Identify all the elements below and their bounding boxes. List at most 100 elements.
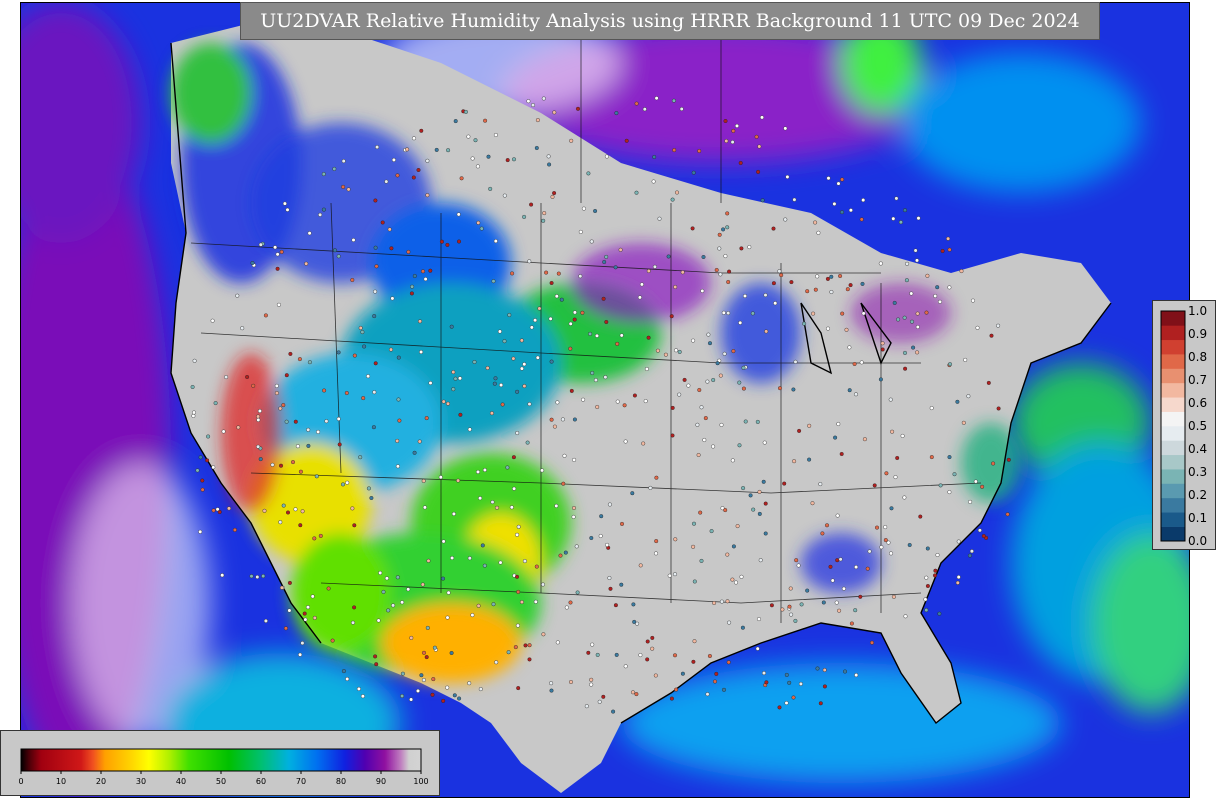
station-marker xyxy=(419,673,424,678)
station-marker xyxy=(754,134,759,139)
station-marker xyxy=(698,510,703,515)
station-marker xyxy=(892,300,897,305)
station-marker xyxy=(813,220,818,225)
station-marker xyxy=(747,245,752,250)
station-marker xyxy=(476,469,481,474)
station-marker xyxy=(870,640,875,645)
station-marker xyxy=(298,652,303,657)
station-marker xyxy=(751,507,756,512)
station-marker xyxy=(515,389,520,394)
station-marker xyxy=(478,687,483,692)
station-marker xyxy=(540,468,545,473)
station-marker xyxy=(522,384,527,389)
station-marker xyxy=(220,573,225,578)
station-marker xyxy=(597,699,602,704)
station-marker xyxy=(351,620,356,625)
station-marker xyxy=(915,350,920,355)
station-marker xyxy=(915,311,920,316)
station-marker xyxy=(838,557,843,562)
station-marker xyxy=(815,666,820,671)
station-marker xyxy=(996,406,1001,411)
station-marker xyxy=(395,575,400,580)
station-marker xyxy=(929,406,934,411)
station-marker xyxy=(645,657,650,662)
station-marker xyxy=(631,602,636,607)
station-marker xyxy=(843,669,848,674)
station-marker xyxy=(198,529,203,534)
station-marker xyxy=(298,469,303,474)
station-marker xyxy=(818,482,823,487)
station-marker xyxy=(263,313,268,318)
station-marker xyxy=(409,635,414,640)
station-marker xyxy=(527,657,532,662)
station-marker xyxy=(813,287,818,292)
station-marker xyxy=(666,254,671,259)
rh-tick-label: 80 xyxy=(336,777,346,786)
station-marker xyxy=(446,148,451,153)
station-marker xyxy=(561,481,566,486)
station-marker xyxy=(541,632,546,637)
increment-color-cell xyxy=(1161,382,1185,398)
station-marker xyxy=(221,429,226,434)
station-marker xyxy=(734,580,739,585)
station-marker xyxy=(374,662,379,667)
station-marker xyxy=(675,190,680,195)
station-marker xyxy=(792,197,797,202)
station-marker xyxy=(257,409,262,414)
station-marker xyxy=(258,457,263,462)
station-marker xyxy=(332,166,337,171)
station-marker xyxy=(326,586,331,591)
station-marker xyxy=(769,603,774,608)
station-marker xyxy=(679,106,684,111)
station-marker xyxy=(191,413,196,418)
station-marker xyxy=(554,294,559,299)
station-marker xyxy=(395,173,400,178)
station-marker xyxy=(304,261,309,266)
station-marker xyxy=(445,615,450,620)
station-marker xyxy=(549,359,554,364)
station-marker xyxy=(638,563,643,568)
station-marker xyxy=(362,344,367,349)
station-marker xyxy=(568,321,573,326)
station-marker xyxy=(861,311,866,316)
station-marker xyxy=(608,586,613,591)
station-marker xyxy=(595,652,600,657)
station-marker xyxy=(485,366,490,371)
station-marker xyxy=(682,377,687,382)
station-marker xyxy=(316,429,321,434)
station-marker xyxy=(807,457,812,462)
station-marker xyxy=(341,482,346,487)
station-marker xyxy=(672,148,677,153)
station-marker xyxy=(451,370,456,375)
station-marker xyxy=(847,388,852,393)
station-marker xyxy=(859,217,864,222)
rh-tick-labels: 0 10 20 30 40 50 60 70 80 90 100 xyxy=(18,771,429,786)
increment-color-cell xyxy=(1161,454,1185,470)
station-marker xyxy=(352,353,357,358)
station-marker xyxy=(500,402,505,407)
station-marker xyxy=(400,671,405,676)
station-marker xyxy=(495,505,500,510)
station-marker xyxy=(279,585,284,590)
station-marker xyxy=(691,659,696,664)
station-marker xyxy=(674,687,679,692)
station-marker xyxy=(692,639,697,644)
station-marker xyxy=(904,278,909,283)
station-marker xyxy=(549,417,554,422)
station-marker xyxy=(730,140,735,145)
station-marker xyxy=(512,157,517,162)
station-marker xyxy=(409,291,414,296)
increment-color-cell xyxy=(1161,469,1185,484)
station-marker xyxy=(854,673,859,678)
station-marker xyxy=(737,380,742,385)
station-marker xyxy=(236,425,241,430)
station-marker xyxy=(867,549,872,554)
increment-color-cell xyxy=(1161,440,1185,456)
station-marker xyxy=(604,154,609,159)
station-marker xyxy=(366,486,371,491)
station-marker xyxy=(748,493,753,498)
station-marker xyxy=(607,576,612,581)
station-marker xyxy=(705,692,710,697)
station-marker xyxy=(955,399,960,404)
station-marker xyxy=(879,545,884,550)
